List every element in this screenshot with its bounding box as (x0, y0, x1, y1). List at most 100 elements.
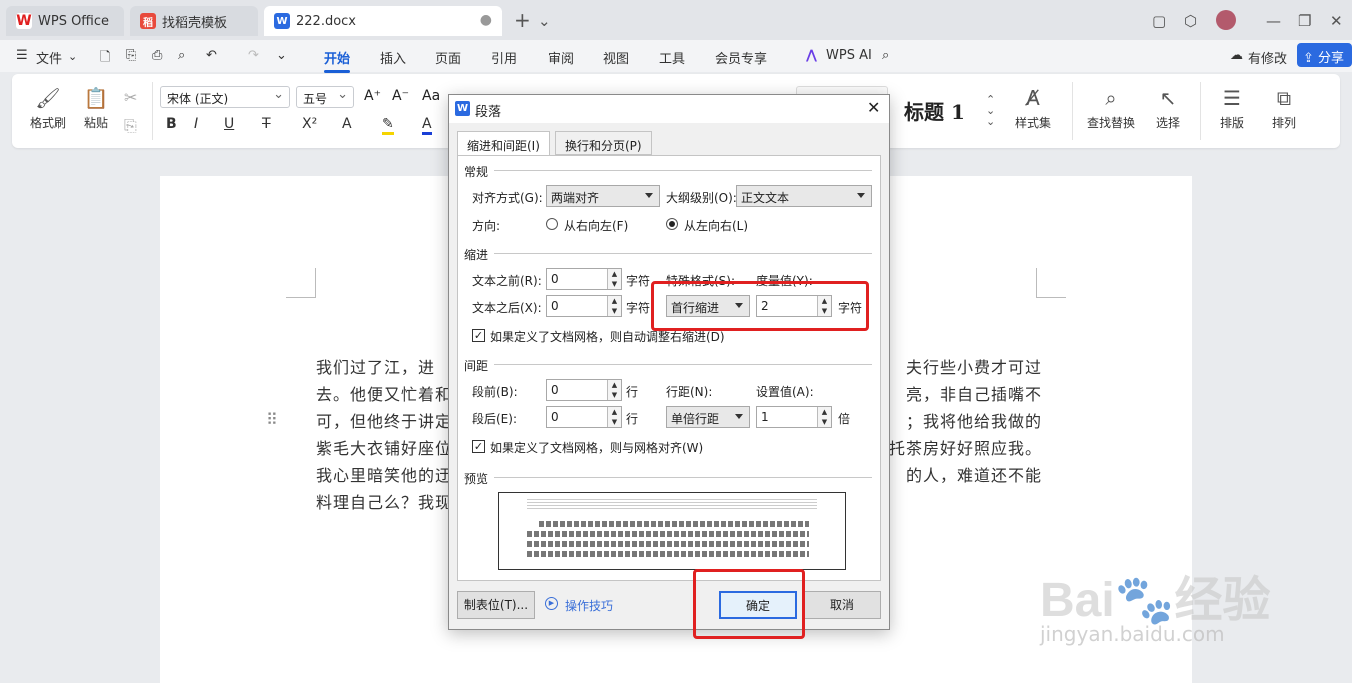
bold-icon[interactable]: B (166, 116, 177, 132)
menu-member[interactable]: 会员专享 (715, 48, 767, 67)
line-spacing-label: 行距(N): (666, 385, 713, 399)
menu-page[interactable]: 页面 (435, 48, 461, 67)
paste-button[interactable]: 📋 粘贴 (74, 86, 118, 131)
alignment-select[interactable]: 两端对齐 (546, 185, 660, 207)
spinner-icon[interactable]: ▲ ▼ (607, 380, 621, 400)
space-after-unit[interactable]: 行 (626, 410, 638, 427)
space-after-input[interactable]: 0 ▲ ▼ (546, 406, 622, 428)
font-name-select[interactable]: 宋体 (正文) (160, 86, 290, 108)
auto-adjust-checkbox[interactable]: ✓ (472, 329, 485, 342)
indent-before-unit[interactable]: 字符 (626, 272, 650, 289)
restore-icon[interactable]: ❐ (1298, 12, 1311, 30)
print-icon[interactable]: ⎙ (152, 48, 162, 63)
divider (152, 82, 153, 140)
layout-button[interactable]: ☰ 排版 (1210, 86, 1254, 131)
outline-level-select[interactable]: 正文文本 (736, 185, 872, 207)
avatar[interactable] (1216, 10, 1236, 30)
tab-stops-button[interactable]: 制表位(T)... (457, 591, 535, 619)
menu-insert[interactable]: 插入 (380, 48, 406, 67)
file-chevron-icon[interactable]: ⌄ (68, 50, 77, 63)
menu-home[interactable]: 开始 (324, 48, 351, 73)
tab-document[interactable]: W 222.docx ● (264, 6, 502, 36)
print-preview-icon[interactable]: ⌕ (178, 48, 185, 63)
tab-line-page-breaks[interactable]: 换行和分页(P) (555, 131, 652, 155)
space-before-unit[interactable]: 行 (626, 383, 638, 400)
play-icon: ▶ (545, 597, 558, 610)
copy-icon[interactable]: ⎘ (124, 116, 137, 136)
font-color-icon[interactable]: A (422, 116, 432, 135)
menu-tools[interactable]: 工具 (659, 48, 685, 67)
grow-font-icon[interactable]: A⁺ (364, 88, 381, 104)
spinner-icon[interactable]: ▲ ▼ (607, 269, 621, 289)
line-spacing-select[interactable]: 单倍行距 (666, 406, 750, 428)
menu-wps-ai[interactable]: WPS AI (826, 48, 872, 63)
underline-icon[interactable]: U (224, 116, 234, 132)
rtl-radio[interactable] (546, 218, 558, 230)
tips-link[interactable]: 操作技巧 (565, 597, 613, 614)
find-replace-button[interactable]: ⌕ 查找替换 (1082, 86, 1140, 131)
cancel-button[interactable]: 取消 (803, 591, 881, 619)
style-heading-1[interactable]: 标题 1 (904, 96, 965, 125)
tab-wps-office[interactable]: W WPS Office (6, 6, 124, 36)
superscript-icon[interactable]: X² (302, 116, 317, 132)
space-before-input[interactable]: 0 ▲ ▼ (546, 379, 622, 401)
text-effect-icon[interactable]: A (342, 116, 352, 132)
menu-references[interactable]: 引用 (491, 48, 517, 67)
italic-icon[interactable]: I (194, 116, 198, 132)
menu-file[interactable]: 文件 (36, 48, 62, 67)
cube-icon[interactable]: ⬡ (1184, 12, 1197, 30)
snap-grid-checkbox[interactable]: ✓ (472, 440, 485, 453)
save-icon[interactable]: 🗋 (100, 48, 110, 70)
spinner-icon[interactable]: ▲ ▼ (607, 296, 621, 316)
ltr-label[interactable]: 从左向右(L) (684, 217, 748, 234)
cut-icon[interactable]: ✂ (124, 88, 137, 107)
paw-icon: 🐾 (1114, 574, 1175, 627)
snap-grid-label[interactable]: 如果定义了文档网格，则与网格对齐(W) (490, 439, 703, 456)
highlight-icon[interactable]: ✎ (382, 116, 394, 135)
font-size-select[interactable]: 五号 (296, 86, 354, 108)
hamburger-icon[interactable]: ☰ (16, 48, 28, 63)
export-icon[interactable]: ⎘ (126, 48, 136, 63)
menu-review[interactable]: 审阅 (548, 48, 574, 67)
redo-icon[interactable]: ↷ (248, 48, 259, 63)
menu-view[interactable]: 视图 (603, 48, 629, 67)
spinner-icon[interactable]: ▲ ▼ (607, 407, 621, 427)
arrange-button[interactable]: ⧉ 排列 (1262, 86, 1306, 131)
text-line: 托茶房好好照应我。 (888, 439, 1042, 458)
watermark-suffix: 经验 (1174, 574, 1271, 627)
dialog-close-icon[interactable]: ✕ (867, 98, 880, 117)
indent-before-input[interactable]: 0 ▲ ▼ (546, 268, 622, 290)
format-painter-button[interactable]: 🖌 格式刷 (26, 86, 70, 131)
modified-status[interactable]: 有修改 (1248, 48, 1287, 67)
ltr-radio[interactable] (666, 218, 678, 230)
search-icon[interactable]: ⌕ (882, 48, 889, 63)
share-button[interactable]: ⇪ 分享 (1297, 43, 1352, 67)
new-tab-button[interactable]: + (514, 8, 531, 32)
strikethrough-icon[interactable]: T (262, 116, 271, 132)
indent-after-input[interactable]: 0 ▲ ▼ (546, 295, 622, 317)
tab-close-dot-icon[interactable]: ● (480, 12, 492, 28)
minimize-icon[interactable]: — (1266, 12, 1281, 30)
tab-indent-spacing[interactable]: 缩进和间距(I) (457, 131, 550, 156)
style-scroll-icon[interactable]: ⌃ ⌄ ⌄ (986, 94, 995, 127)
set-value-input[interactable]: 1 ▲ ▼ (756, 406, 832, 428)
drag-handle-icon[interactable]: ⠿ (266, 410, 278, 429)
indent-after-unit[interactable]: 字符 (626, 299, 650, 316)
dialog-titlebar[interactable]: W 段落 ✕ (449, 95, 889, 123)
change-case-icon[interactable]: Aa (422, 88, 440, 104)
tab-list-chevron-icon[interactable]: ⌄ (538, 12, 551, 30)
shrink-font-icon[interactable]: A⁻ (392, 88, 409, 104)
tab-docer[interactable]: 稻 找稻壳模板 (130, 6, 258, 36)
select-button[interactable]: ↖ 选择 (1146, 86, 1190, 131)
watermark-brand-text: Bai (1040, 574, 1115, 627)
window-layout-icon[interactable]: ▢ (1152, 12, 1166, 30)
undo-icon[interactable]: ↶ (206, 48, 217, 63)
search-icon: ⌕ (1105, 86, 1117, 110)
spinner-icon[interactable]: ▲ ▼ (817, 407, 831, 427)
paragraph-dialog: W 段落 ✕ 缩进和间距(I) 换行和分页(P) 常规 对齐方式(G): 两端对… (448, 94, 890, 630)
outline-level-value: 正文文本 (741, 191, 790, 205)
rtl-label[interactable]: 从右向左(F) (564, 217, 628, 234)
styles-button[interactable]: A̸ 样式集 (1008, 86, 1058, 131)
more-chevron-icon[interactable]: ⌄ (276, 48, 287, 63)
close-window-icon[interactable]: ✕ (1330, 12, 1343, 30)
